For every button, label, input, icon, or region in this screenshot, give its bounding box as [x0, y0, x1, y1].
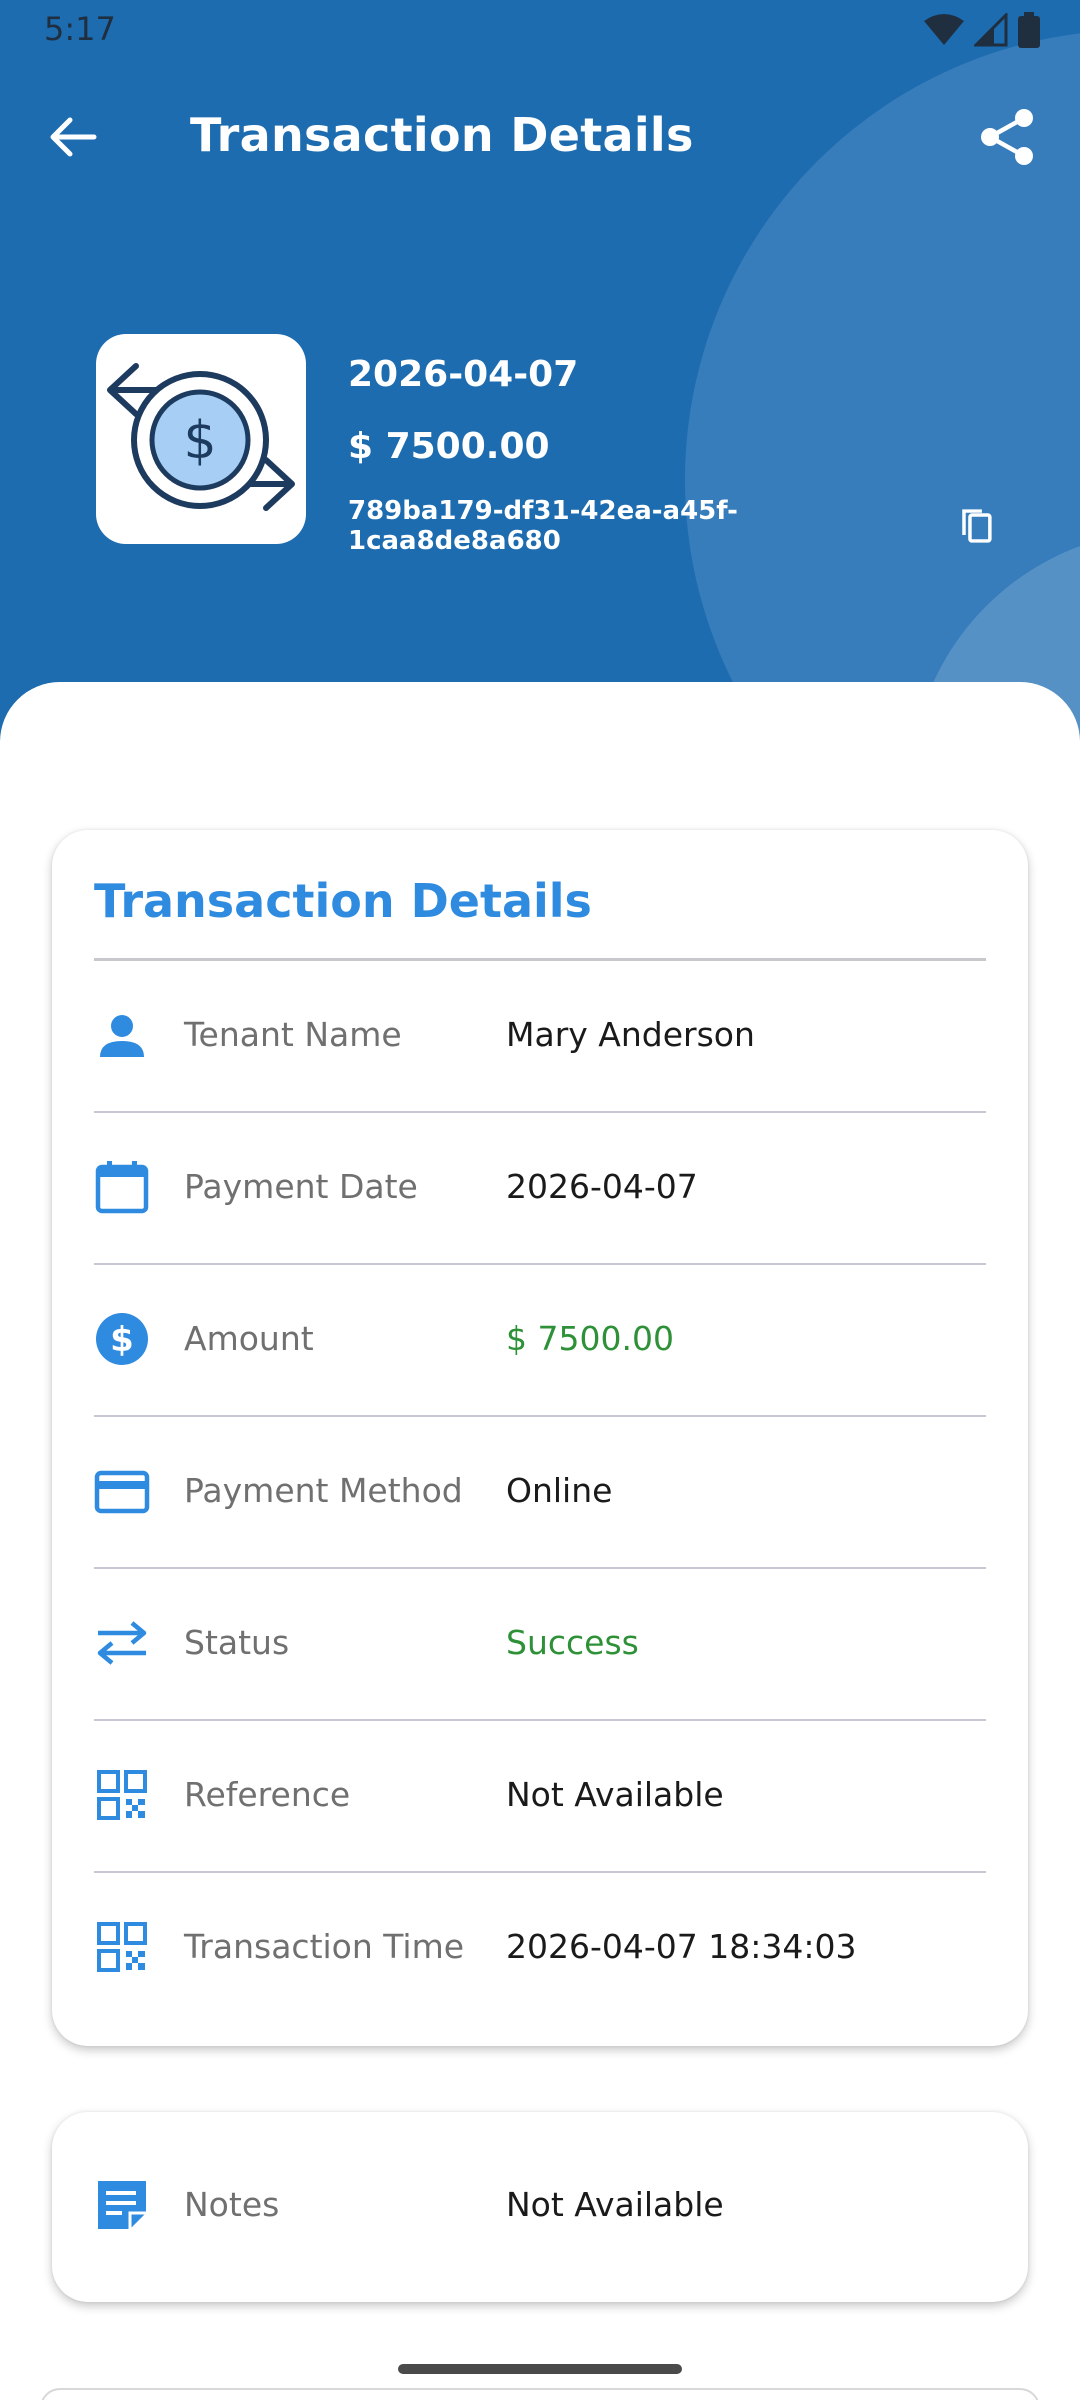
detail-value: Success [506, 1623, 639, 1662]
detail-value: Online [506, 1471, 613, 1510]
battery-icon [1018, 12, 1040, 48]
detail-value: 2026-04-07 18:34:03 [506, 1927, 857, 1966]
status-icons [924, 12, 1040, 48]
calendar-icon [95, 1161, 149, 1214]
wifi-icon [924, 14, 964, 45]
detail-value: 2026-04-07 [506, 1167, 698, 1206]
card-title: Transaction Details [94, 874, 592, 928]
transaction-id: 789ba179-df31-42ea-a45f-1caa8de8a680 [348, 496, 738, 556]
status-time: 5:17 [44, 10, 116, 48]
money-exchange-icon: $ [107, 363, 295, 511]
detail-label: Transaction Time [184, 1927, 465, 1966]
page-title: Transaction Details [190, 108, 694, 162]
transaction-details-card: Transaction Details Tenant Name Mary And… [52, 830, 1028, 2046]
home-indicator[interactable] [398, 2364, 682, 2374]
detail-value: Mary Anderson [506, 1015, 755, 1054]
detail-row-status: Status Success [94, 1569, 986, 1721]
detail-label: Payment Method [184, 1471, 463, 1510]
person-icon [100, 1015, 144, 1057]
qr-code-icon [97, 1922, 147, 1972]
detail-row-payment-date: Payment Date 2026-04-07 [94, 1113, 986, 1265]
swap-arrows-icon [97, 1621, 147, 1665]
detail-label: Notes [184, 2185, 280, 2224]
next-card-edge [40, 2388, 1040, 2400]
detail-label: Status [184, 1623, 290, 1662]
detail-row-payment-method: Payment Method Online [94, 1417, 986, 1569]
detail-value: Not Available [506, 1775, 724, 1814]
back-arrow-icon[interactable] [40, 104, 106, 170]
svg-text:$: $ [110, 1320, 134, 1360]
note-icon [98, 2181, 146, 2229]
detail-row-tenant-name: Tenant Name Mary Anderson [94, 961, 986, 1113]
summary-date: 2026-04-07 [348, 354, 579, 395]
app-bar: Transaction Details [0, 82, 1080, 192]
detail-row-amount: $ Amount $ 7500.00 [94, 1265, 986, 1417]
dollar-icon: $ [96, 1313, 148, 1365]
copy-icon[interactable] [960, 507, 996, 545]
transaction-summary: $ 2026-04-07 $ 7500.00 789ba179-df31-42e… [96, 334, 996, 556]
svg-text:$: $ [183, 411, 216, 471]
detail-label: Tenant Name [184, 1015, 402, 1054]
notes-card: Notes Not Available [52, 2112, 1028, 2302]
signal-icon [974, 13, 1008, 47]
detail-label: Amount [184, 1319, 314, 1358]
summary-amount: $ 7500.00 [348, 426, 550, 467]
detail-label: Payment Date [184, 1167, 418, 1206]
credit-card-icon [94, 1470, 150, 1514]
detail-label: Reference [184, 1775, 351, 1814]
detail-row-notes: Notes Not Available [94, 2131, 986, 2283]
detail-row-transaction-time: Transaction Time 2026-04-07 18:34:03 [94, 1873, 986, 2025]
transaction-id-row: 789ba179-df31-42ea-a45f-1caa8de8a680 [348, 496, 996, 556]
share-icon[interactable] [974, 104, 1040, 170]
transaction-logo: $ [96, 334, 306, 544]
status-bar: 5:17 [0, 0, 1080, 62]
detail-value: $ 7500.00 [506, 1319, 674, 1358]
detail-value: Not Available [506, 2185, 724, 2224]
qr-code-icon [97, 1770, 147, 1820]
detail-row-reference: Reference Not Available [94, 1721, 986, 1873]
